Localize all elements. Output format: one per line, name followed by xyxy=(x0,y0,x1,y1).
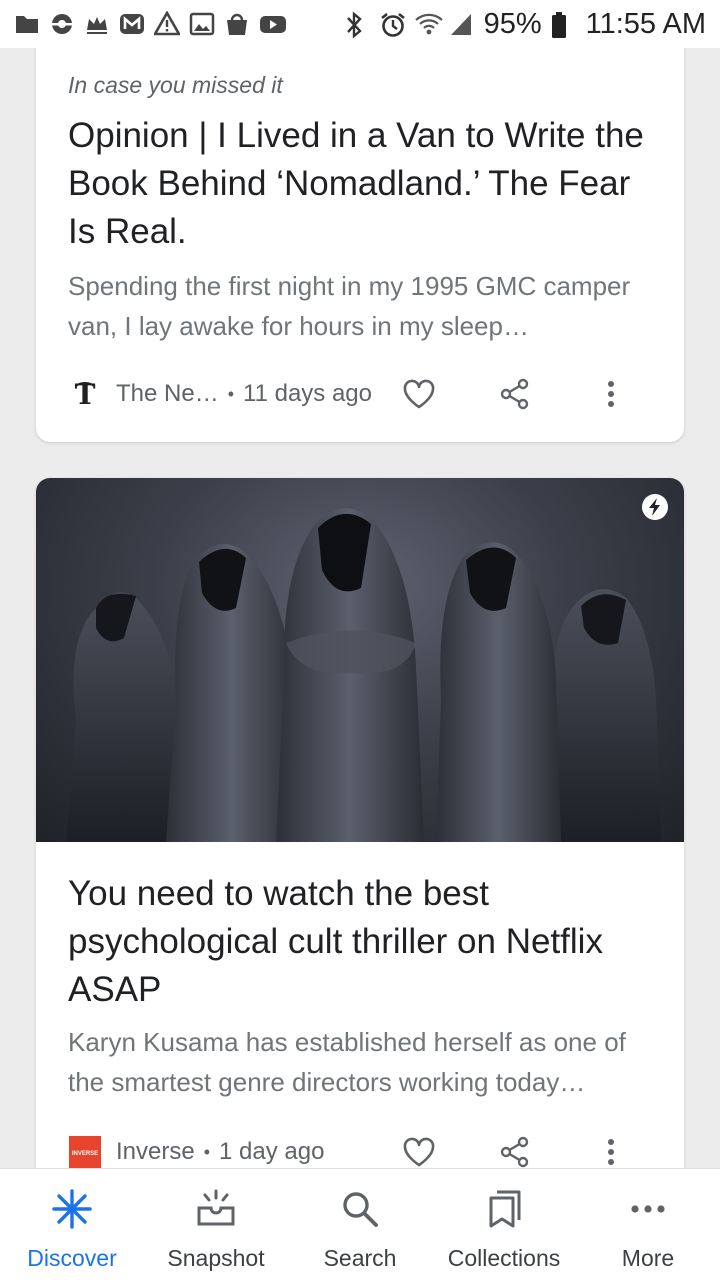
overflow-menu-icon[interactable] xyxy=(586,369,636,419)
article-meta: T The Ne… • 11 days ago xyxy=(68,369,660,419)
nav-label: Discover xyxy=(27,1245,117,1271)
system-icons: 95% 11:55 AM xyxy=(344,8,706,41)
alarm-icon xyxy=(379,11,405,37)
snapshot-icon xyxy=(194,1187,238,1231)
nav-more[interactable]: More xyxy=(576,1169,720,1280)
published-time: 1 day ago xyxy=(219,1138,325,1165)
nav-collections[interactable]: Collections xyxy=(432,1169,576,1280)
heart-icon[interactable] xyxy=(394,369,444,419)
wifi-icon xyxy=(414,11,443,37)
meta-separator: • xyxy=(227,383,235,404)
published-time: 11 days ago xyxy=(243,380,373,407)
warning-icon xyxy=(152,10,182,37)
nav-label: More xyxy=(621,1245,675,1271)
article-snippet: Karyn Kusama has established herself as … xyxy=(68,1027,626,1097)
article-headline[interactable]: You need to watch the best psychological… xyxy=(68,870,660,1014)
folder-icon xyxy=(14,11,40,37)
cell-signal-icon xyxy=(449,11,475,37)
meta-separator: • xyxy=(203,1141,211,1162)
nav-label: Snapshot xyxy=(167,1245,265,1271)
image-icon xyxy=(189,11,215,37)
nyt-logo-icon: T xyxy=(68,377,102,411)
nav-discover[interactable]: Discover xyxy=(0,1169,144,1280)
youtube-icon xyxy=(259,11,286,37)
more-dots-icon xyxy=(626,1187,670,1231)
status-bar: 95% 11:55 AM xyxy=(0,0,720,48)
nav-search[interactable]: Search xyxy=(288,1169,432,1280)
amp-lightning-icon xyxy=(642,494,668,520)
battery-icon xyxy=(551,11,577,38)
nav-label: Search xyxy=(323,1245,397,1271)
article-image[interactable] xyxy=(36,478,684,842)
card-eyebrow: In case you missed it xyxy=(68,72,283,98)
notification-icons xyxy=(14,10,286,37)
battery-percent: 95% xyxy=(483,7,542,40)
share-icon[interactable] xyxy=(490,369,540,419)
nav-label: Collections xyxy=(447,1245,561,1271)
shopping-bag-icon xyxy=(224,11,250,37)
article-card[interactable]: You need to watch the best psychological… xyxy=(36,478,684,1198)
inverse-logo: INVERSE xyxy=(68,1135,102,1169)
asterisk-icon xyxy=(50,1187,94,1231)
article-card[interactable]: In case you missed it Opinion | I Lived … xyxy=(36,20,684,442)
gmail-icon xyxy=(119,11,145,37)
article-snippet: Spending the first night in my 1995 GMC … xyxy=(68,271,631,341)
inverse-logo-text: INVERSE xyxy=(72,1151,98,1157)
source-name[interactable]: The Ne… xyxy=(116,380,219,408)
crown-icon xyxy=(84,11,110,37)
search-icon xyxy=(338,1187,382,1231)
collections-icon xyxy=(482,1187,526,1231)
clock: 11:55 AM xyxy=(585,7,706,40)
bottom-navigation: Discover Snapshot Search Collections Mor… xyxy=(0,1168,720,1280)
sync-icon xyxy=(49,11,75,37)
app-screen: 95% 11:55 AM In case you missed it Opini… xyxy=(0,0,720,1280)
article-headline[interactable]: Opinion | I Lived in a Van to Write the … xyxy=(68,112,660,256)
nav-snapshot[interactable]: Snapshot xyxy=(144,1169,288,1280)
hooded-figures-image xyxy=(66,508,661,842)
bluetooth-icon xyxy=(344,11,370,39)
source-name[interactable]: Inverse xyxy=(116,1138,195,1166)
